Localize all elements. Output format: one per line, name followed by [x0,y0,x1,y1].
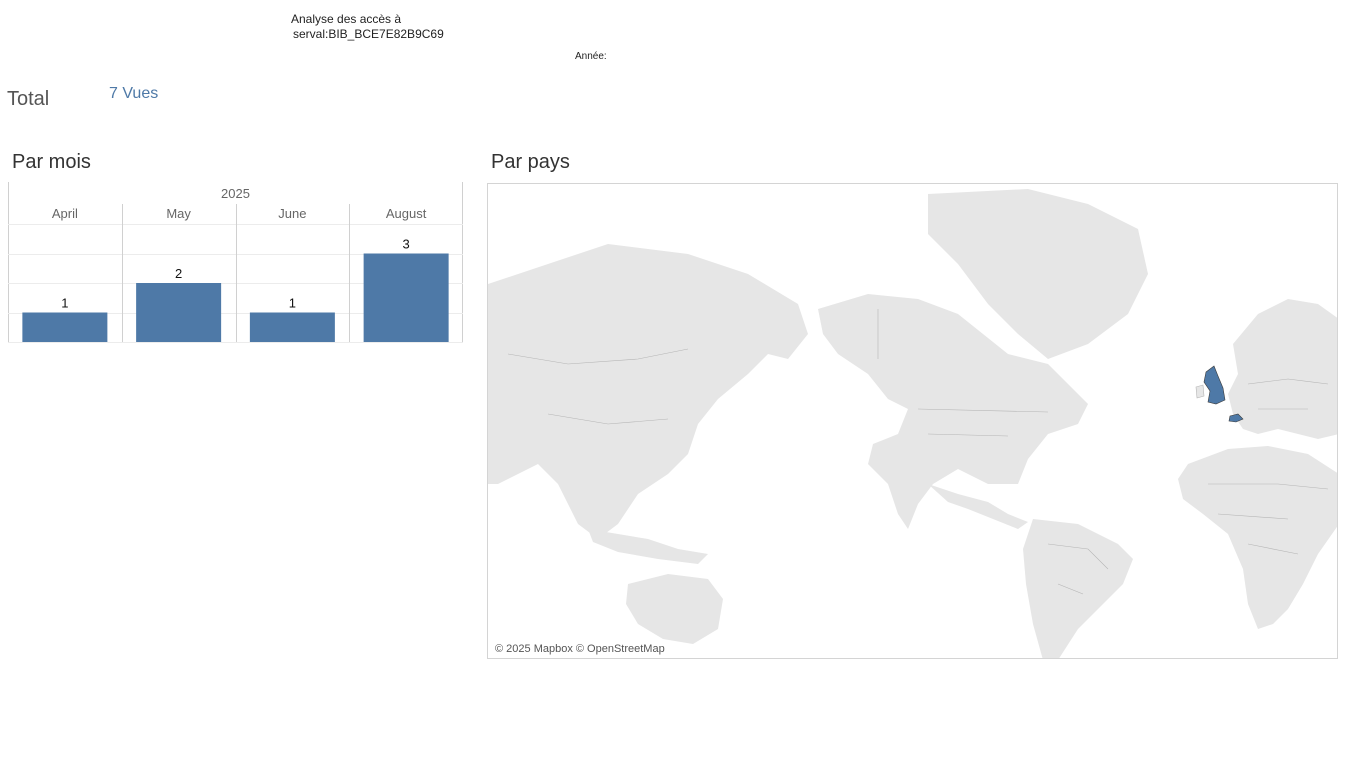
monthly-bar-chart[interactable]: 2025 April 1 May 2 June 1 August 3 [8,182,463,344]
chart-category-label: April [52,206,78,221]
chart-category-label: May [166,206,191,221]
chart-bar [22,312,108,342]
chart-data-label: 1 [289,296,296,311]
land-australia [626,574,723,644]
map-attribution[interactable]: © 2025 Mapbox © OpenStreetMap [495,643,665,655]
total-value: 7 Vues [109,85,159,102]
chart-data-label: 1 [61,296,68,311]
country-map[interactable]: © 2025 Mapbox © OpenStreetMap [487,183,1338,659]
world-map [488,189,1337,658]
chart-bar [136,283,222,342]
chart-category-label: August [386,206,427,221]
monthly-bar-chart-svg: 2025 April 1 May 2 June 1 August 3 [8,182,463,343]
land-europe [1228,299,1337,439]
country-ireland [1195,384,1205,399]
page-title-line2: serval:BIB_BCE7E82B9C69 [293,27,444,41]
by-month-title: Par mois [12,151,91,173]
page-title: Analyse des accès à serval:BIB_BCE7E82B9… [291,12,444,42]
chart-bar [363,253,449,342]
land-africa [1178,446,1337,629]
chart-category-label: June [278,206,306,221]
chart-data-label: 2 [175,266,182,281]
chart-data-label: 3 [403,237,410,252]
total-label: Total [7,88,50,110]
year-filter-label[interactable]: Année: [575,51,607,62]
by-country-title: Par pays [491,151,570,173]
country-united-kingdom [1203,365,1226,405]
land-central-america [928,484,1028,529]
land-south-america [1023,519,1133,658]
chart-bar [249,312,335,342]
land-se-asia-islands [588,529,708,564]
page-title-line1: Analyse des accès à [291,12,402,26]
land-asia [488,244,808,539]
chart-year-label: 2025 [221,186,250,201]
